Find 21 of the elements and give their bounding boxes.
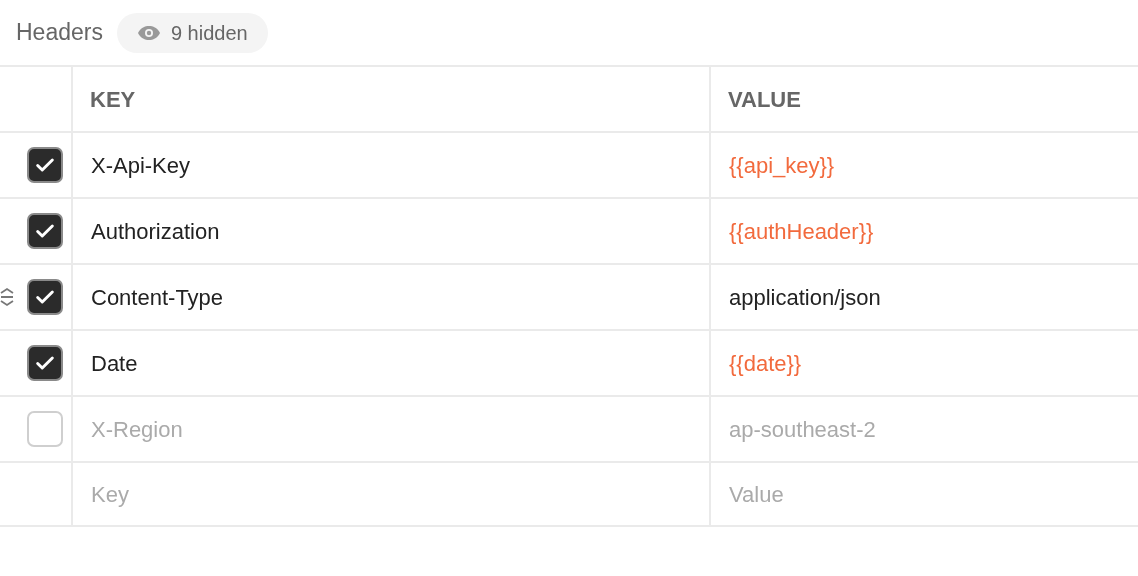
eye-icon xyxy=(136,24,161,41)
hidden-count-badge[interactable]: 9 hidden xyxy=(116,12,268,53)
drag-handle-icon[interactable] xyxy=(0,286,14,308)
header-key[interactable]: Authorization xyxy=(91,214,220,248)
value-input-field[interactable]: Value xyxy=(729,477,1138,511)
column-header: VALUE xyxy=(728,85,801,114)
checkbox[interactable] xyxy=(27,345,63,381)
column-header: KEY xyxy=(90,85,136,114)
section-title: Headers xyxy=(16,18,103,48)
header-key[interactable]: X-Api-Key xyxy=(91,148,191,182)
checkbox[interactable] xyxy=(27,279,63,315)
checkbox[interactable] xyxy=(27,213,63,249)
key-input-field[interactable]: Key xyxy=(91,477,709,511)
header-value[interactable]: {{api_key}} xyxy=(729,148,835,182)
checkbox[interactable] xyxy=(27,147,63,183)
header-value[interactable]: {{authHeader}} xyxy=(729,214,874,248)
header-key[interactable]: Date xyxy=(91,346,138,380)
header-value[interactable]: application/json xyxy=(729,280,881,314)
checkbox[interactable] xyxy=(27,411,63,447)
header-value[interactable]: {{date}} xyxy=(729,346,802,380)
header-key[interactable]: Content-Type xyxy=(91,280,224,314)
